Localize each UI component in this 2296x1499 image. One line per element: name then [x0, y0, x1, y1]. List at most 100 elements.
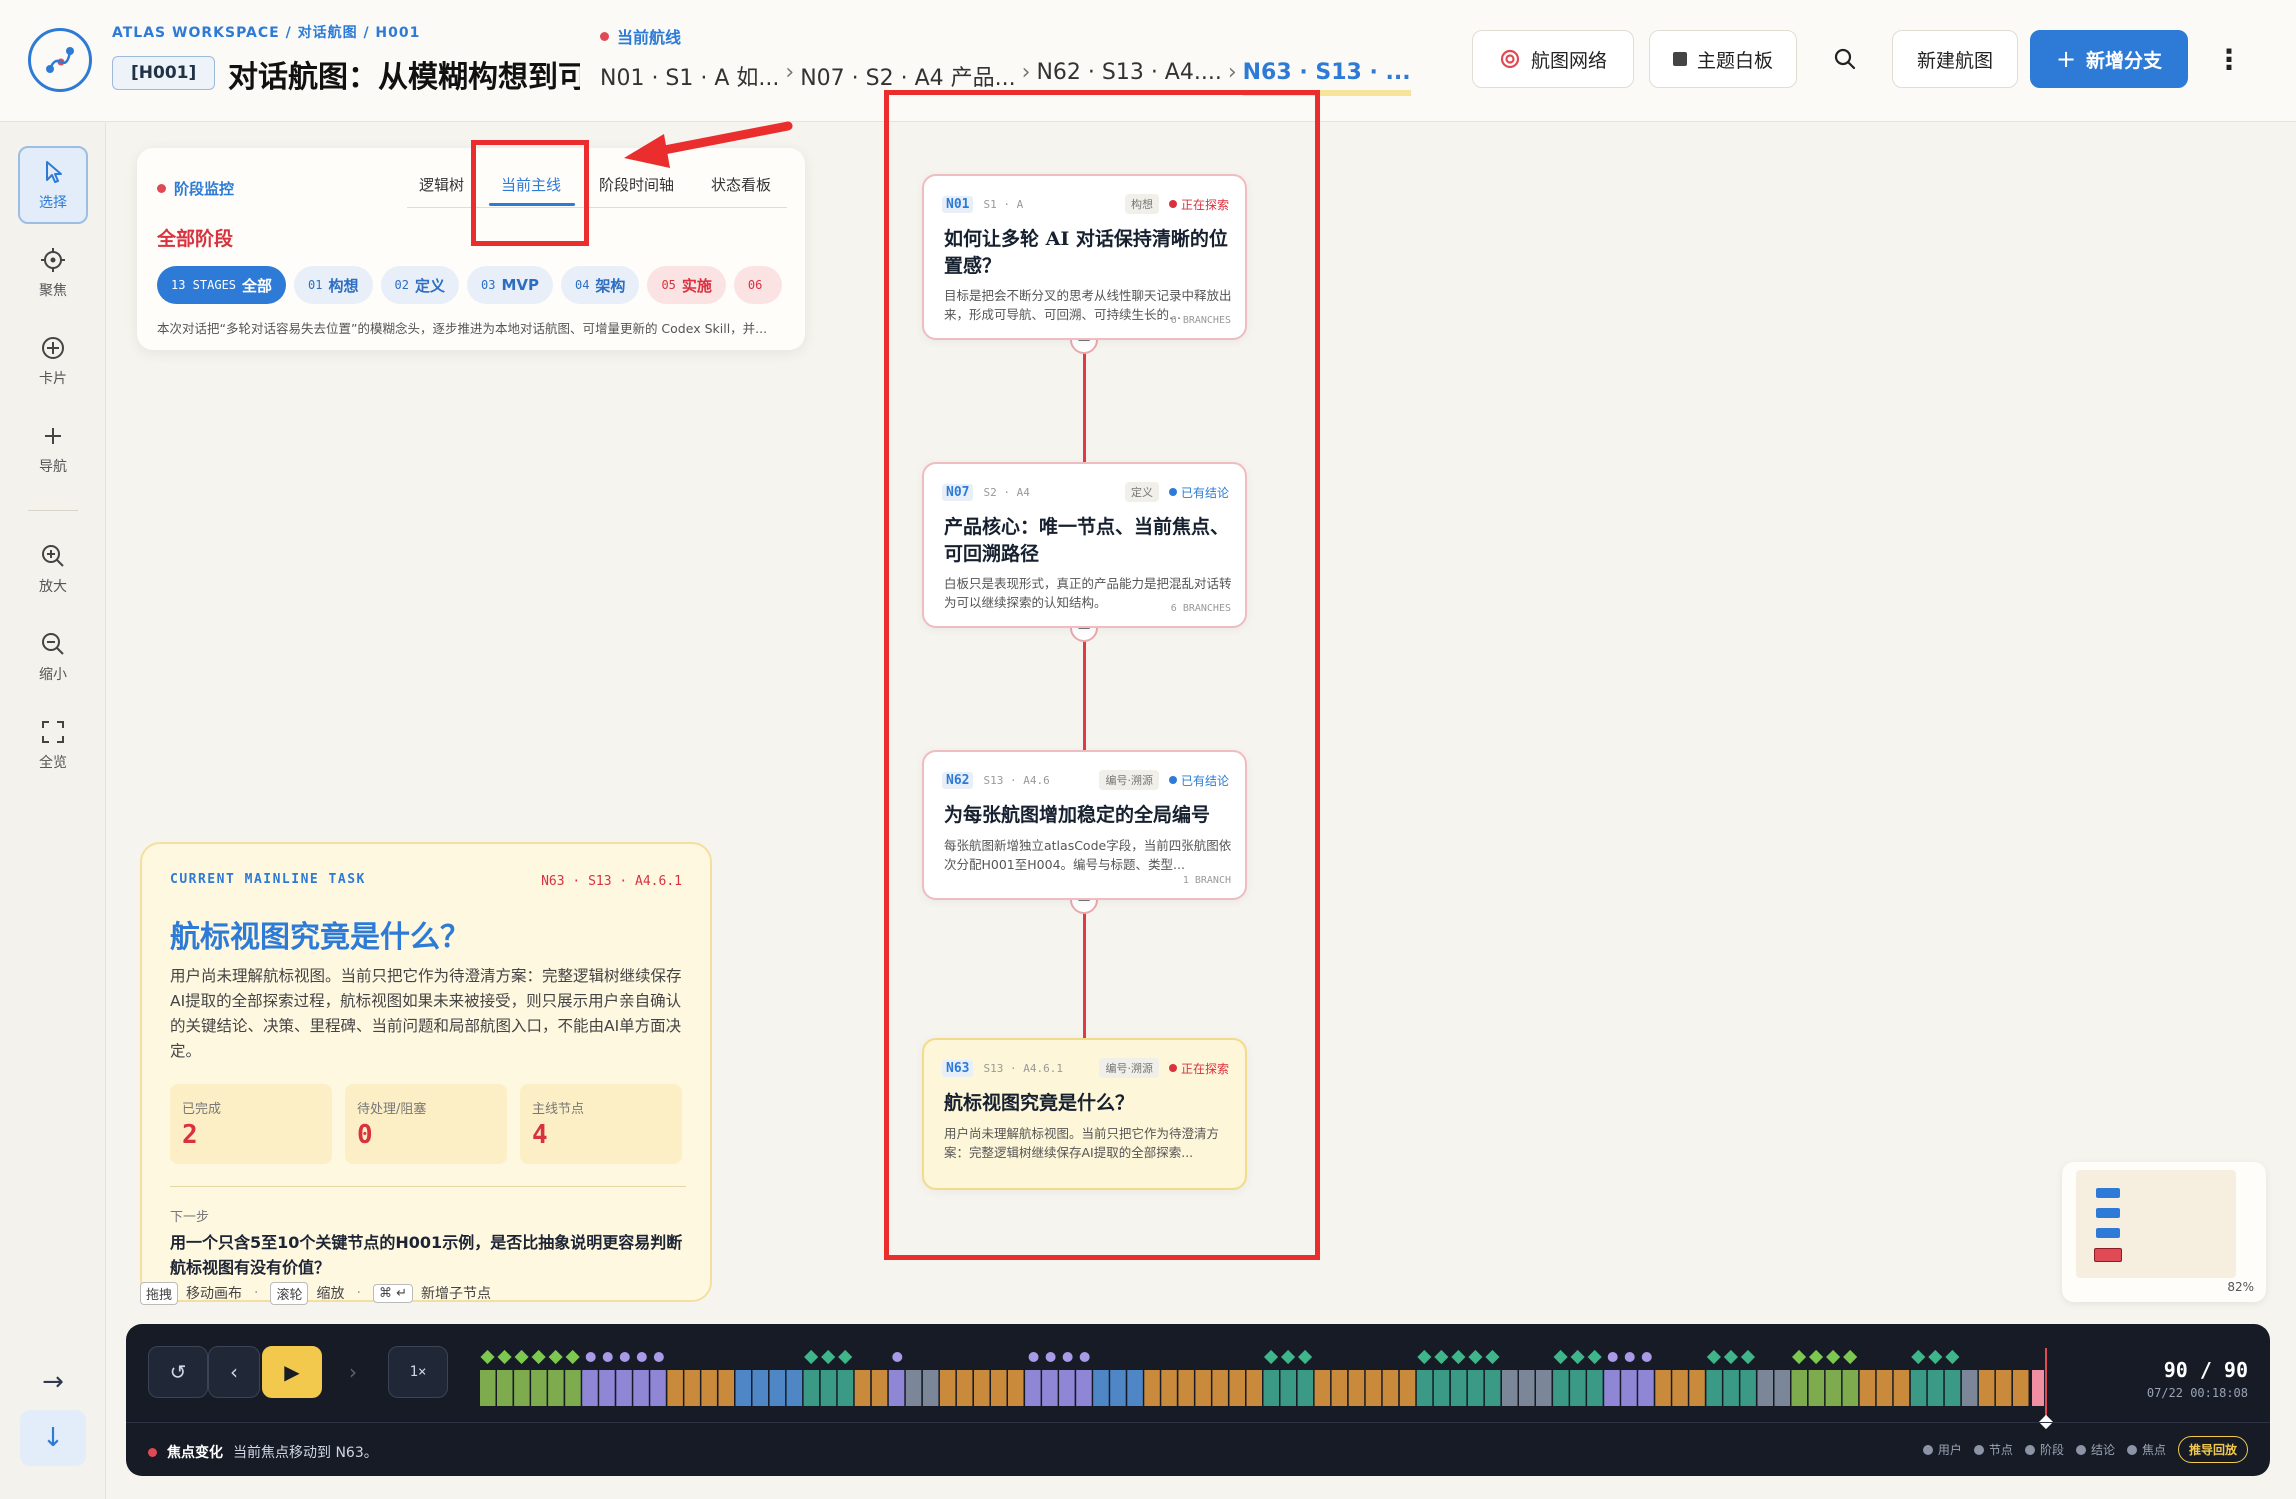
timeline-track[interactable]	[468, 1334, 2058, 1430]
zoom-out-tool[interactable]: 缩小	[18, 618, 88, 696]
timeline-event-segment[interactable]	[1025, 1370, 1041, 1406]
timeline-event-segment[interactable]	[1791, 1370, 1808, 1406]
timeline-event-segment[interactable]	[1808, 1370, 1825, 1406]
task-reference[interactable]: N63 · S13 · A4.6.1	[541, 874, 682, 889]
timeline-event-segment[interactable]	[1263, 1370, 1280, 1406]
timeline-event-segment[interactable]	[769, 1370, 786, 1406]
timeline-event-segment[interactable]	[1723, 1370, 1739, 1406]
timeline-event-segment[interactable]	[905, 1370, 922, 1406]
timeline-event-segment[interactable]	[1689, 1370, 1705, 1406]
timeline-event-segment[interactable]	[991, 1370, 1007, 1406]
timeline-event-segment[interactable]	[667, 1370, 683, 1406]
timeline-event-segment[interactable]	[1672, 1370, 1688, 1406]
restart-icon[interactable]: ↺	[148, 1346, 208, 1398]
timeline-event-segment[interactable]	[1995, 1370, 2012, 1406]
timeline-event-segment[interactable]	[752, 1370, 769, 1406]
timeline-event-segment[interactable]	[1314, 1370, 1331, 1406]
timeline-event-segment[interactable]	[1382, 1370, 1399, 1406]
timeline-event-segment[interactable]	[1910, 1370, 1927, 1406]
step-back-icon[interactable]: ‹	[208, 1346, 260, 1398]
select-tool[interactable]: 选择	[18, 146, 88, 224]
breadcrumb[interactable]: ATLAS WORKSPACE / 对话航图 / H001	[112, 22, 420, 42]
timeline-event-segment[interactable]	[565, 1370, 581, 1406]
timeline-event-segment[interactable]	[684, 1370, 700, 1406]
timeline-event-segment[interactable]	[1876, 1370, 1893, 1406]
timeline-event-segment[interactable]	[803, 1370, 820, 1406]
timeline-event-segment[interactable]	[1076, 1370, 1092, 1406]
stage-chip[interactable]: 06	[733, 266, 783, 304]
timeline-event-segment[interactable]	[497, 1370, 513, 1406]
step-forward-icon[interactable]: ›	[328, 1346, 378, 1398]
timeline-event-segment[interactable]	[939, 1370, 956, 1406]
card-tool[interactable]: 卡片	[18, 322, 88, 400]
timeline-event-segment[interactable]	[1365, 1370, 1382, 1406]
timeline-event-segment[interactable]	[1280, 1370, 1297, 1406]
timeline-event-segment[interactable]	[718, 1370, 735, 1406]
timeline-event-segment[interactable]	[1178, 1370, 1194, 1406]
timeline-event-segment[interactable]	[599, 1370, 615, 1406]
timeline-event-segment[interactable]	[1433, 1370, 1450, 1406]
fit-view-tool[interactable]: 全览	[18, 706, 88, 784]
timeline-event-segment[interactable]	[1893, 1370, 1910, 1406]
timeline-event-segment[interactable]	[1587, 1370, 1603, 1406]
timeline-event-segment[interactable]	[582, 1370, 598, 1406]
timeline-event-segment[interactable]	[1740, 1370, 1756, 1406]
timeline-event-segment[interactable]	[1093, 1370, 1109, 1406]
timeline-event-segment[interactable]	[854, 1370, 871, 1406]
timeline-event-segment[interactable]	[1825, 1370, 1842, 1406]
timeline-event-segment[interactable]	[1331, 1370, 1348, 1406]
stage-chip[interactable]: 01 构想	[294, 266, 373, 304]
timeline-event-segment[interactable]	[1502, 1370, 1518, 1406]
arrow-down-icon[interactable]: ↓	[20, 1410, 86, 1466]
timeline-event-segment[interactable]	[548, 1370, 564, 1406]
timeline-event-segment[interactable]	[1297, 1370, 1314, 1406]
timeline-event-segment[interactable]	[1553, 1370, 1569, 1406]
timeline-event-segment[interactable]	[820, 1370, 837, 1406]
timeline-event-segment[interactable]	[1212, 1370, 1228, 1406]
timeline-event-segment[interactable]	[1246, 1370, 1263, 1406]
nav-tool[interactable]: 导航	[18, 410, 88, 488]
timeline-event-segment[interactable]	[1229, 1370, 1246, 1406]
add-branch-button[interactable]: + 新增分支	[2030, 30, 2188, 88]
timeline-event-segment[interactable]	[1059, 1370, 1075, 1406]
timeline-event-segment[interactable]	[1859, 1370, 1876, 1406]
timeline-event-segment[interactable]	[1144, 1370, 1160, 1406]
search-button[interactable]	[1818, 30, 1872, 88]
tab-stage-timeline[interactable]: 阶段时间轴	[599, 174, 674, 195]
stage-chip[interactable]: 05 实施	[647, 266, 726, 304]
timeline-event-segment[interactable]	[1348, 1370, 1365, 1406]
arrow-right-icon[interactable]: →	[20, 1354, 86, 1410]
timeline-event-segment[interactable]	[974, 1370, 990, 1406]
timeline-event-segment[interactable]	[888, 1370, 905, 1406]
timeline-event-segment[interactable]	[1195, 1370, 1211, 1406]
guided-replay-button[interactable]: 推导回放	[2177, 1436, 2248, 1463]
timeline-event-segment[interactable]	[1161, 1370, 1177, 1406]
timeline-event-segment[interactable]	[650, 1370, 666, 1406]
timeline-event-segment[interactable]	[1655, 1370, 1671, 1406]
timeline-event-segment[interactable]	[1536, 1370, 1552, 1406]
theme-whiteboard-button[interactable]: 主题白板	[1649, 30, 1797, 88]
timeline-event-segment[interactable]	[633, 1370, 649, 1406]
timeline-event-segment[interactable]	[735, 1370, 752, 1406]
timeline-event-segment[interactable]	[480, 1370, 496, 1406]
timeline-event-segment[interactable]	[871, 1370, 888, 1406]
timeline-event-segment[interactable]	[1450, 1370, 1467, 1406]
timeline-event-segment[interactable]	[922, 1370, 939, 1406]
timeline-event-segment[interactable]	[956, 1370, 973, 1406]
stage-chip[interactable]: 04 架构	[560, 266, 640, 304]
timeline-event-segment[interactable]	[1399, 1370, 1416, 1406]
atlas-logo-icon[interactable]	[28, 28, 92, 92]
timeline-event-segment[interactable]	[1519, 1370, 1535, 1406]
timeline-event-segment[interactable]	[786, 1370, 803, 1406]
timeline-event-segment[interactable]	[1110, 1370, 1126, 1406]
timeline-event-segment[interactable]	[1757, 1370, 1774, 1406]
page-title[interactable]: 对话航图：从模糊构想到可	[228, 52, 580, 96]
timeline-event-segment[interactable]	[1484, 1370, 1501, 1406]
playback-speed-button[interactable]: 1×	[388, 1346, 448, 1398]
timeline-event-segment[interactable]	[1008, 1370, 1024, 1406]
stage-chip[interactable]: 02 定义	[380, 266, 459, 304]
zoom-in-tool[interactable]: 放大	[18, 530, 88, 608]
timeline-event-segment[interactable]	[1638, 1370, 1654, 1406]
focus-tool[interactable]: 聚焦	[18, 234, 88, 312]
stage-chip[interactable]: 03 MVP	[466, 266, 553, 304]
